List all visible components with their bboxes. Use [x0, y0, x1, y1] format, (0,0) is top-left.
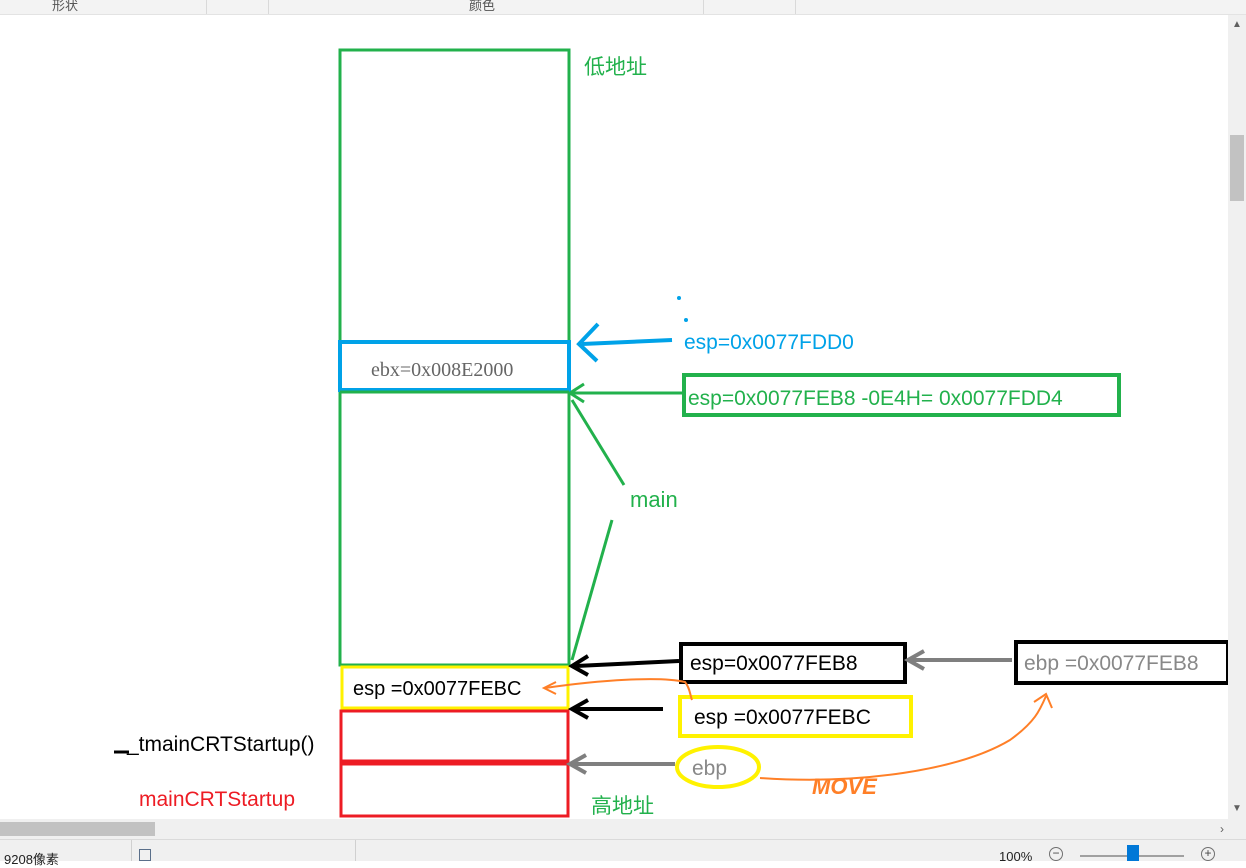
shapes-group-label[interactable]: 形状	[52, 0, 78, 14]
blue-dot	[684, 318, 688, 322]
esp-febc-box-text: esp =0x0077FEBC	[694, 706, 871, 729]
colors-group-label[interactable]: 颜色	[469, 0, 495, 14]
zoom-out-icon[interactable]: −	[1049, 847, 1063, 861]
main-label: main	[630, 487, 678, 512]
move-annotation: MOVE	[812, 774, 878, 799]
ribbon-divider	[703, 0, 704, 14]
horizontal-scrollbar[interactable]: ›	[0, 819, 1228, 839]
tmain-cell	[339, 709, 570, 763]
stack-diagram: ebx=0x008E2000 esp =0x0077FEBC 低地址 高地址 e…	[114, 48, 1228, 818]
ribbon-divider	[206, 0, 207, 14]
esp-feb8-arrow	[575, 659, 680, 668]
ebp-feb8-label: ebp =0x0077FEB8	[1024, 652, 1199, 675]
vertical-scrollbar[interactable]: ▲ ▼	[1228, 15, 1246, 819]
ribbon: 形状 颜色	[0, 0, 1246, 15]
high-address-label: 高地址	[591, 795, 654, 818]
zoom-in-icon[interactable]: +	[1201, 847, 1215, 861]
ribbon-divider	[268, 0, 269, 14]
ebx-cell-text: ebx=0x008E2000	[371, 359, 513, 381]
image-size-readout: 9208像素	[4, 852, 59, 867]
scroll-right-icon[interactable]: ›	[1220, 819, 1224, 839]
tmain-label: _tmainCRTStartup()	[126, 733, 315, 756]
zoom-level-readout: 100%	[999, 849, 1033, 864]
esp-fdd0-arrow	[581, 338, 673, 346]
esp-feb8-text: esp=0x0077FEB8	[690, 652, 858, 675]
ribbon-divider	[795, 0, 796, 14]
main-crt-label: mainCRTStartup	[139, 788, 295, 811]
ebp-label: ebp	[692, 757, 727, 780]
low-address-label: 低地址	[584, 56, 647, 79]
main-crt-cell	[339, 762, 570, 818]
esp-calc-text: esp=0x0077FEB8 -0E4H= 0x0077FDD4	[688, 387, 1063, 410]
scrollbar-corner	[1228, 819, 1246, 839]
status-divider	[131, 840, 132, 861]
main-arrow-down	[570, 519, 614, 661]
zoom-slider-thumb[interactable]	[1127, 845, 1139, 861]
horizontal-scroll-thumb[interactable]	[0, 822, 155, 836]
scroll-down-icon[interactable]: ▼	[1228, 801, 1246, 817]
blue-dot	[677, 296, 681, 300]
esp-fdd0-label: esp=0x0077FDD0	[684, 331, 854, 354]
ebp-feb8-text: ebp =0x0077FEB8	[1024, 652, 1199, 675]
save-icon	[139, 849, 151, 861]
main-arrow-up	[570, 399, 626, 486]
esp-febc-cell-text: esp =0x0077FEBC	[353, 678, 521, 700]
status-bar: 9208像素 100% − +	[0, 839, 1246, 867]
drawing-canvas[interactable]: ebx=0x008E2000 esp =0x0077FEBC 低地址 高地址 e…	[0, 15, 1228, 819]
vertical-scroll-thumb[interactable]	[1230, 135, 1244, 201]
scroll-up-icon[interactable]: ▲	[1228, 17, 1246, 33]
status-divider	[355, 840, 356, 861]
